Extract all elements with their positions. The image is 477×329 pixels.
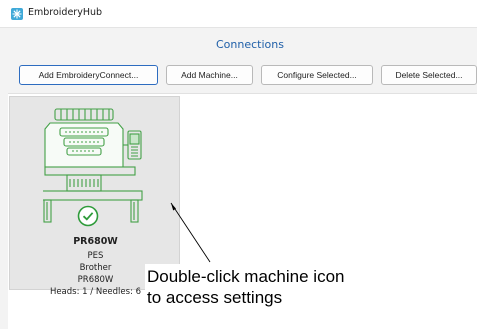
delete-selected-button[interactable]: Delete Selected... [381,65,477,85]
annotation-line-1: Double-click machine icon [147,267,345,286]
annotation-text: Double-click machine icon to access sett… [147,266,407,308]
add-machine-button[interactable]: Add Machine... [166,65,253,85]
section-title: Connections [216,38,284,51]
machine-name: PR680W [73,236,118,247]
machine-card[interactable]: PR680W PES Brother PR680W Heads: 1 / Nee… [9,96,180,297]
add-embroideryconnect-button[interactable]: Add EmbroideryConnect... [19,65,158,85]
title-bar: EmbroideryHub [0,0,477,28]
machine-format: PES [87,251,104,261]
check-circle-icon [77,205,99,227]
app-title: EmbroideryHub [28,7,103,18]
configure-selected-button[interactable]: Configure Selected... [261,65,373,85]
app-window: EmbroideryHub Connections Add Embroidery… [0,0,477,329]
annotation-line-2: to access settings [147,288,283,307]
embroidery-app-icon [11,8,23,20]
